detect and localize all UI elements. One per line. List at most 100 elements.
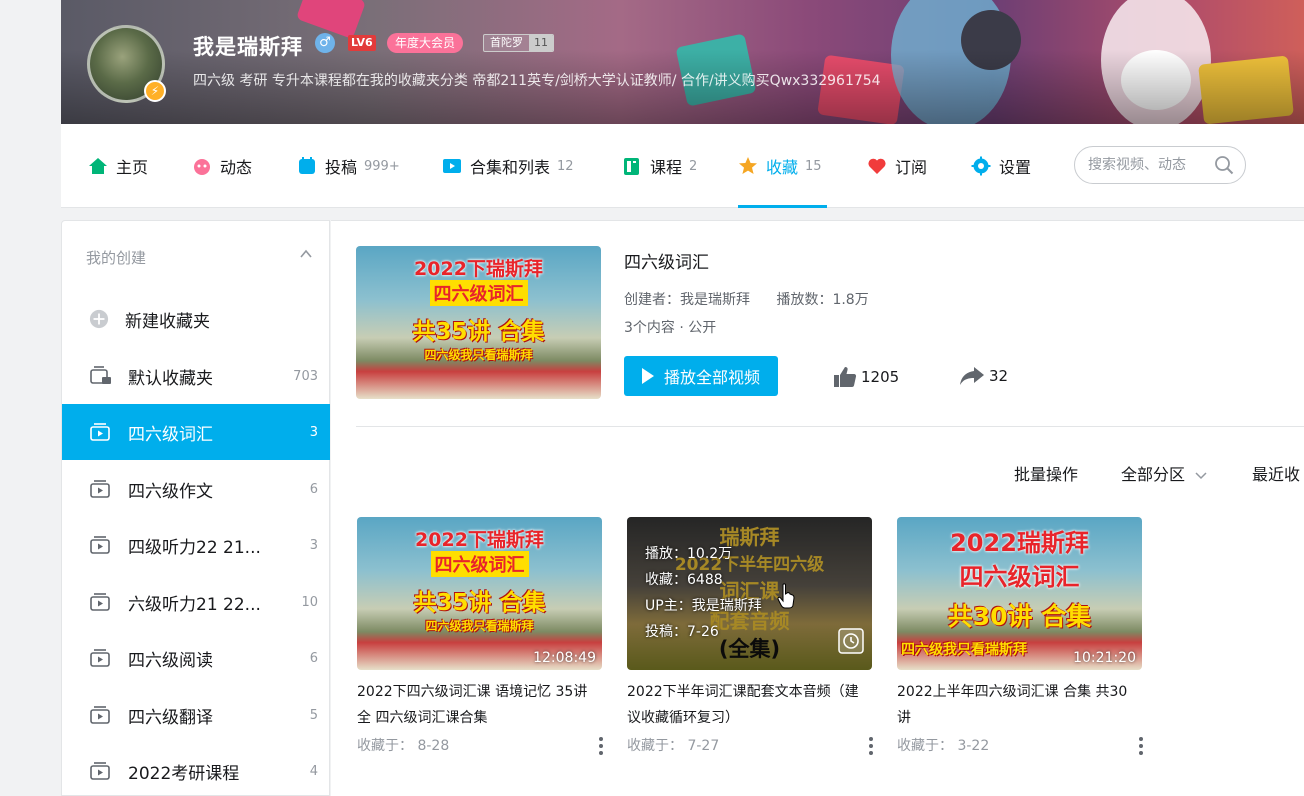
course-icon [624, 158, 639, 175]
folder-play-count: 播放数：1.8万 [776, 292, 869, 308]
cover-text: 2022下瑞斯拜 [414, 258, 543, 280]
video-duration: 10:21:20 [1073, 650, 1136, 666]
search-input[interactable] [1075, 147, 1205, 183]
watch-later-icon[interactable] [838, 628, 864, 654]
sidebar-item-default-folder[interactable]: 默认收藏夹 703 [62, 348, 330, 404]
user-signature: 四六级 考研 专升本课程都在我的收藏夹分类 帝都211英专/剑桥大学认证教师/ … [193, 73, 881, 89]
like-button[interactable]: 1205 [833, 366, 899, 388]
video-cover[interactable]: 2022下瑞斯拜 四六级词汇 共35讲 合集 四六级我只看瑞斯拜 12:08:4… [357, 517, 602, 670]
folder-detail: 2022下瑞斯拜 四六级词汇 共35讲 合集 四六级我只看瑞斯拜 四六级词汇 创… [331, 220, 1304, 796]
sidebar-item-cet4-listening[interactable]: 四级听力22 21... 3 [62, 517, 330, 573]
sidebar-item-count: 3 [309, 424, 318, 440]
cover-text: 2022下瑞斯拜 [415, 529, 544, 551]
sidebar-item-label: 四六级词汇 [128, 424, 213, 445]
video-cover[interactable]: 2022瑞斯拜 四六级词汇 共30讲 合集 四六级我只看瑞斯拜 10:21:20 [897, 517, 1142, 670]
sidebar-item-translation[interactable]: 四六级翻译 5 [62, 687, 330, 743]
folder-video-icon [90, 593, 110, 611]
tab-courses[interactable]: 课程 2 [622, 124, 697, 208]
hover-uploader: UP主：我是瑞斯拜 [645, 598, 762, 614]
sidebar-item-cet6-listening[interactable]: 六级听力21 22... 10 [62, 574, 330, 630]
folder-lock-icon [90, 366, 111, 384]
favorites-sidebar: 我的创建 新建收藏夹 默认收藏夹 703 四六级词汇 3 四六级作文 6 四级听… [61, 220, 330, 796]
folder-video-icon [90, 536, 110, 554]
tab-label: 动态 [220, 158, 253, 177]
sidebar-item-count: 6 [309, 650, 318, 666]
video-title[interactable]: 2022下半年词汇课配套文本音频（建议收藏循环复习） [627, 679, 871, 731]
plus-circle-icon [89, 309, 109, 329]
cover-text: 四六级词汇 [430, 551, 529, 577]
sidebar-item-kaoyan[interactable]: 2022考研课程 4 [62, 743, 330, 796]
level-badge: LV6 [348, 35, 376, 51]
cover-text: 共35讲 合集 [412, 319, 545, 345]
fan-medal-level: 11 [529, 35, 553, 51]
more-options-icon[interactable] [598, 737, 604, 757]
folder-title: 四六级词汇 [624, 253, 709, 273]
play-icon [641, 368, 654, 384]
video-hover-info: 播放：10.2万 收藏：6488 UP主：我是瑞斯拜 投稿：7-26 [645, 541, 762, 645]
folder-cover[interactable]: 2022下瑞斯拜 四六级词汇 共35讲 合集 四六级我只看瑞斯拜 [356, 246, 601, 399]
folder-content-info: 3个内容 · 公开 [624, 320, 717, 336]
fan-medal-name: 首陀罗 [484, 35, 529, 51]
zone-filter-dropdown[interactable]: 全部分区 [1121, 461, 1208, 485]
sidebar-item-vocab[interactable]: 四六级词汇 3 [62, 404, 330, 460]
like-count: 1205 [861, 368, 900, 386]
folder-video-icon [90, 762, 110, 780]
vip-badge[interactable]: 年度大会员 [387, 33, 464, 53]
search-icon[interactable] [1214, 155, 1234, 175]
share-count: 32 [989, 367, 1009, 385]
hover-favs: 收藏：6488 [645, 572, 723, 588]
video-title[interactable]: 2022下四六级词汇课 语境记忆 35讲 全 四六级词汇课合集 [357, 679, 601, 731]
cover-text: 四六级词汇 [959, 563, 1080, 591]
video-upload-icon [299, 157, 315, 174]
more-options-icon[interactable] [868, 737, 874, 757]
more-options-icon[interactable] [1138, 737, 1144, 757]
hand-cursor-icon [777, 583, 795, 609]
play-all-button[interactable]: 播放全部视频 [624, 356, 778, 396]
sidebar-item-label: 四六级翻译 [128, 707, 213, 728]
collection-icon [443, 159, 461, 173]
share-button[interactable]: 32 [959, 366, 1008, 386]
sidebar-item-label: 2022考研课程 [128, 763, 240, 784]
share-icon [960, 367, 984, 385]
hover-plays: 播放：10.2万 [645, 546, 733, 562]
tab-label: 课程 [650, 158, 683, 177]
play-all-label: 播放全部视频 [663, 368, 760, 387]
avatar[interactable]: ⚡ [87, 25, 166, 103]
video-cover[interactable]: 瑞斯拜 2022下半年四六级 词汇课 配套音频 (全集) 播放：10.2万 收藏… [627, 517, 872, 670]
batch-operation-button[interactable]: 批量操作 [1014, 461, 1078, 485]
video-fav-date: 收藏于： 7-27 [627, 738, 720, 754]
tab-label: 设置 [999, 158, 1032, 177]
tab-count: 12 [557, 158, 574, 174]
sort-dropdown[interactable]: 最近收 [1252, 461, 1300, 485]
folder-creator: 创建者：我是瑞斯拜 [624, 292, 750, 308]
tab-uploads[interactable]: 投稿 999+ [297, 124, 400, 208]
chevron-up-icon[interactable] [299, 247, 313, 261]
gear-icon [971, 156, 991, 176]
sidebar-item-count: 10 [301, 594, 318, 610]
sidebar-item-label: 六级听力21 22... [128, 594, 261, 615]
tab-home[interactable]: 主页 [88, 124, 148, 208]
tab-label: 主页 [116, 158, 149, 177]
video-duration: 12:08:49 [533, 650, 596, 666]
tab-subscriptions[interactable]: 订阅 [867, 124, 927, 208]
sidebar-item-writing[interactable]: 四六级作文 6 [62, 461, 330, 517]
video-fav-date: 收藏于： 8-28 [357, 738, 450, 754]
tab-dynamic[interactable]: 动态 [192, 124, 252, 208]
heart-icon [868, 158, 886, 174]
tab-collections[interactable]: 合集和列表 12 [442, 124, 574, 208]
sidebar-item-label: 新建收藏夹 [125, 311, 210, 332]
tab-label: 订阅 [895, 158, 928, 177]
fan-medal[interactable]: 首陀罗 11 [483, 34, 554, 52]
cover-text: 四六级我只看瑞斯拜 [425, 619, 534, 633]
tab-label: 收藏 [766, 158, 799, 177]
new-folder-button[interactable]: 新建收藏夹 [62, 291, 330, 347]
tab-label: 合集和列表 [470, 158, 551, 177]
sidebar-item-label: 默认收藏夹 [128, 368, 213, 389]
sidebar-heading: 我的创建 [86, 249, 147, 267]
star-icon [739, 157, 757, 174]
tab-settings[interactable]: 设置 [971, 124, 1031, 208]
sidebar-item-count: 5 [309, 707, 318, 723]
tab-favorites[interactable]: 收藏 15 [738, 124, 827, 208]
video-title[interactable]: 2022上半年四六级词汇课 合集 共30讲 [897, 679, 1141, 731]
sidebar-item-reading[interactable]: 四六级阅读 6 [62, 630, 330, 686]
